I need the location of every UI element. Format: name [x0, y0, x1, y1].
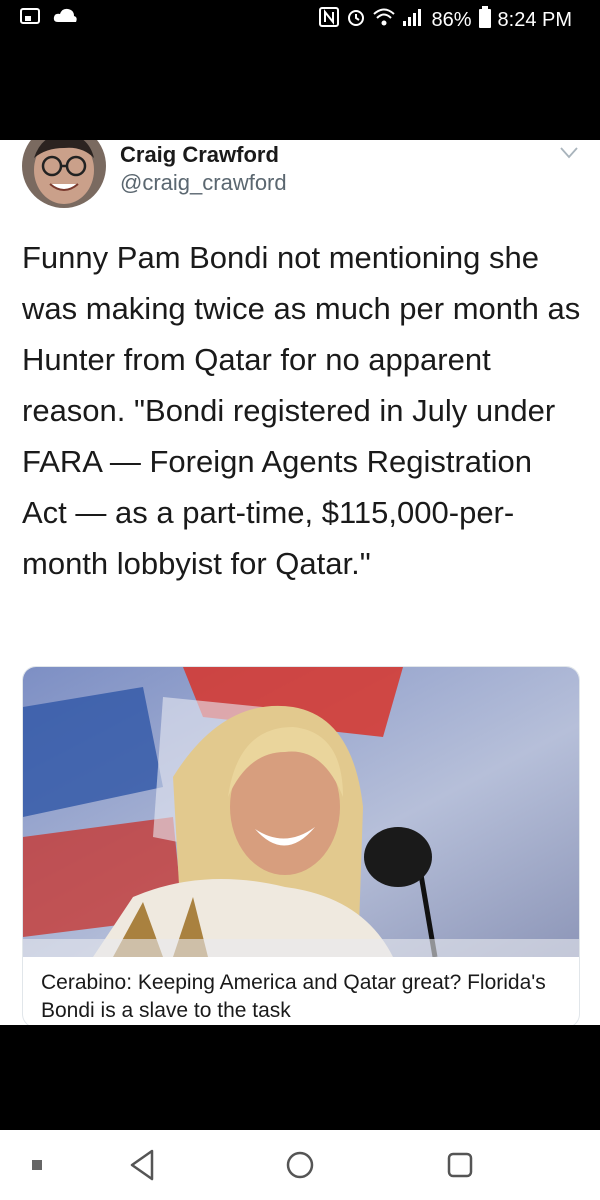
avatar[interactable] [22, 140, 106, 210]
bottom-black-band [0, 1025, 600, 1130]
alarm-icon [346, 7, 366, 33]
overview-icon[interactable] [446, 1148, 474, 1187]
chevron-down-icon[interactable] [560, 146, 578, 164]
home-icon[interactable] [285, 1148, 315, 1187]
screen-mirror-icon [20, 6, 42, 31]
battery-icon [478, 6, 491, 34]
card-image [23, 667, 579, 957]
recent-dot-icon[interactable] [32, 1160, 42, 1170]
tweet-text: Funny Pam Bondi not mentioning she was m… [22, 240, 581, 581]
back-icon[interactable] [128, 1148, 156, 1187]
author-name[interactable]: Craig Crawford [120, 142, 279, 168]
nav-bar [0, 1130, 600, 1200]
signal-icon [402, 7, 424, 33]
author-handle[interactable]: @craig_crawford [120, 170, 287, 196]
wifi-icon [373, 7, 396, 33]
battery-percent: 86% [431, 8, 472, 31]
tweet[interactable]: Craig Crawford @craig_crawford Funny Pam… [0, 140, 600, 1025]
cloud-icon [52, 6, 78, 31]
card-title[interactable]: Cerabino: Keeping America and Qatar grea… [41, 969, 561, 1025]
clock-time: 8:24 PM [497, 8, 572, 31]
status-right-icons: 86% 8:24 PM [319, 6, 572, 34]
status-left-icons [20, 6, 78, 31]
nfc-icon [319, 7, 340, 33]
status-bar: 86% 8:24 PM [0, 0, 600, 40]
top-black-band [0, 40, 600, 140]
link-card[interactable]: Cerabino: Keeping America and Qatar grea… [22, 666, 580, 1025]
